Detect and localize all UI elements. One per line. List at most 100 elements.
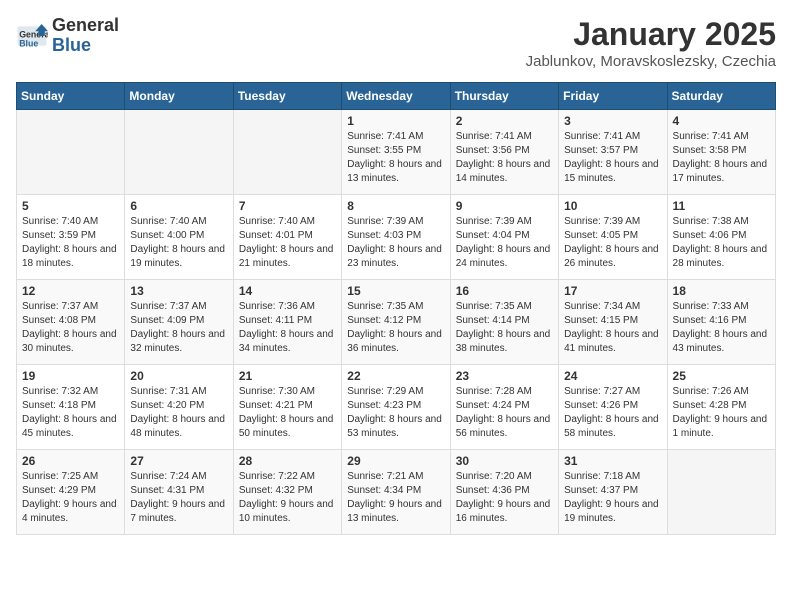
weekday-header-monday: Monday (125, 83, 233, 110)
day-number: 29 (347, 454, 444, 468)
logo: General Blue GeneralBlue (16, 16, 119, 56)
weekday-header-wednesday: Wednesday (342, 83, 450, 110)
day-number: 27 (130, 454, 227, 468)
day-number: 11 (673, 199, 770, 213)
day-cell (233, 110, 341, 195)
weekday-header-sunday: Sunday (17, 83, 125, 110)
day-number: 25 (673, 369, 770, 383)
day-info: Sunrise: 7:30 AM Sunset: 4:21 PM Dayligh… (239, 385, 336, 441)
day-info: Sunrise: 7:37 AM Sunset: 4:09 PM Dayligh… (130, 300, 227, 356)
day-info: Sunrise: 7:31 AM Sunset: 4:20 PM Dayligh… (130, 385, 227, 441)
page-header: General Blue GeneralBlue January 2025 Ja… (16, 16, 776, 70)
day-number: 8 (347, 199, 444, 213)
day-number: 1 (347, 114, 444, 128)
day-info: Sunrise: 7:32 AM Sunset: 4:18 PM Dayligh… (22, 385, 119, 441)
week-row-2: 5Sunrise: 7:40 AM Sunset: 3:59 PM Daylig… (17, 195, 776, 280)
day-cell: 10 Sunrise: 7:39 AM Sunset: 4:05 PM Dayli… (559, 195, 667, 280)
calendar-title: January 2025 (526, 16, 776, 53)
week-row-4: 19 Sunrise: 7:32 AM Sunset: 4:18 PM Dayli… (17, 365, 776, 450)
day-cell: 11 Sunrise: 7:38 AM Sunset: 4:06 PM Dayli… (667, 195, 775, 280)
day-cell: 9 Sunrise: 7:39 AM Sunset: 4:04 PM Daylig… (450, 195, 558, 280)
day-info: Sunrise: 7:18 AM Sunset: 4:37 PM Dayligh… (564, 470, 661, 526)
day-cell: 30 Sunrise: 7:20 AM Sunset: 4:36 PM Dayli… (450, 450, 558, 535)
day-number: 5 (22, 199, 119, 213)
day-number: 3 (564, 114, 661, 128)
day-cell: 2 Sunrise: 7:41 AM Sunset: 3:56 PM Daylig… (450, 110, 558, 195)
day-info: Sunrise: 7:39 AM Sunset: 4:04 PM Dayligh… (456, 215, 553, 271)
day-number: 17 (564, 284, 661, 298)
logo-text: GeneralBlue (52, 16, 119, 56)
calendar-subtitle: Jablunkov, Moravskoslezsky, Czechia (526, 53, 776, 70)
day-info: Sunrise: 7:27 AM Sunset: 4:26 PM Dayligh… (564, 385, 661, 441)
day-cell: 28Sunrise: 7:22 AM Sunset: 4:32 PM Dayli… (233, 450, 341, 535)
day-cell: 26Sunrise: 7:25 AM Sunset: 4:29 PM Dayli… (17, 450, 125, 535)
day-number: 6 (130, 199, 227, 213)
day-number: 28 (239, 454, 336, 468)
day-cell: 4 Sunrise: 7:41 AM Sunset: 3:58 PM Daylig… (667, 110, 775, 195)
day-cell: 6Sunrise: 7:40 AM Sunset: 4:00 PM Daylig… (125, 195, 233, 280)
day-number: 4 (673, 114, 770, 128)
day-cell: 7 Sunrise: 7:40 AM Sunset: 4:01 PM Daylig… (233, 195, 341, 280)
day-info: Sunrise: 7:24 AM Sunset: 4:31 PM Dayligh… (130, 470, 227, 526)
day-info: Sunrise: 7:20 AM Sunset: 4:36 PM Dayligh… (456, 470, 553, 526)
day-cell: 16Sunrise: 7:35 AM Sunset: 4:14 PM Dayli… (450, 280, 558, 365)
day-number: 23 (456, 369, 553, 383)
day-info: Sunrise: 7:41 AM Sunset: 3:57 PM Dayligh… (564, 130, 661, 186)
weekday-header-row: SundayMondayTuesdayWednesdayThursdayFrid… (17, 83, 776, 110)
logo-icon: General Blue (16, 20, 48, 52)
day-cell: 1Sunrise: 7:41 AM Sunset: 3:55 PM Daylig… (342, 110, 450, 195)
svg-text:Blue: Blue (19, 38, 38, 48)
day-cell: 24Sunrise: 7:27 AM Sunset: 4:26 PM Dayli… (559, 365, 667, 450)
weekday-header-tuesday: Tuesday (233, 83, 341, 110)
week-row-3: 12Sunrise: 7:37 AM Sunset: 4:08 PM Dayli… (17, 280, 776, 365)
day-number: 2 (456, 114, 553, 128)
day-number: 20 (130, 369, 227, 383)
day-cell: 27 Sunrise: 7:24 AM Sunset: 4:31 PM Dayli… (125, 450, 233, 535)
day-info: Sunrise: 7:39 AM Sunset: 4:05 PM Dayligh… (564, 215, 661, 271)
day-cell: 12Sunrise: 7:37 AM Sunset: 4:08 PM Dayli… (17, 280, 125, 365)
week-row-1: 1Sunrise: 7:41 AM Sunset: 3:55 PM Daylig… (17, 110, 776, 195)
day-cell: 20 Sunrise: 7:31 AM Sunset: 4:20 PM Dayli… (125, 365, 233, 450)
day-cell: 19 Sunrise: 7:32 AM Sunset: 4:18 PM Dayli… (17, 365, 125, 450)
day-info: Sunrise: 7:29 AM Sunset: 4:23 PM Dayligh… (347, 385, 444, 441)
day-info: Sunrise: 7:26 AM Sunset: 4:28 PM Dayligh… (673, 385, 770, 441)
day-number: 10 (564, 199, 661, 213)
day-info: Sunrise: 7:33 AM Sunset: 4:16 PM Dayligh… (673, 300, 770, 356)
day-cell (667, 450, 775, 535)
day-cell: 3 Sunrise: 7:41 AM Sunset: 3:57 PM Daylig… (559, 110, 667, 195)
day-cell: 23Sunrise: 7:28 AM Sunset: 4:24 PM Dayli… (450, 365, 558, 450)
day-number: 22 (347, 369, 444, 383)
day-number: 16 (456, 284, 553, 298)
weekday-header-friday: Friday (559, 83, 667, 110)
day-number: 19 (22, 369, 119, 383)
week-row-5: 26Sunrise: 7:25 AM Sunset: 4:29 PM Dayli… (17, 450, 776, 535)
day-info: Sunrise: 7:38 AM Sunset: 4:06 PM Dayligh… (673, 215, 770, 271)
day-number: 14 (239, 284, 336, 298)
day-cell: 5Sunrise: 7:40 AM Sunset: 3:59 PM Daylig… (17, 195, 125, 280)
day-info: Sunrise: 7:21 AM Sunset: 4:34 PM Dayligh… (347, 470, 444, 526)
day-info: Sunrise: 7:41 AM Sunset: 3:58 PM Dayligh… (673, 130, 770, 186)
day-number: 15 (347, 284, 444, 298)
day-cell (17, 110, 125, 195)
day-cell: 18 Sunrise: 7:33 AM Sunset: 4:16 PM Dayli… (667, 280, 775, 365)
day-number: 30 (456, 454, 553, 468)
day-info: Sunrise: 7:25 AM Sunset: 4:29 PM Dayligh… (22, 470, 119, 526)
day-info: Sunrise: 7:37 AM Sunset: 4:08 PM Dayligh… (22, 300, 119, 356)
day-cell: 17Sunrise: 7:34 AM Sunset: 4:15 PM Dayli… (559, 280, 667, 365)
day-cell: 29 Sunrise: 7:21 AM Sunset: 4:34 PM Dayli… (342, 450, 450, 535)
day-number: 18 (673, 284, 770, 298)
day-info: Sunrise: 7:40 AM Sunset: 4:01 PM Dayligh… (239, 215, 336, 271)
day-number: 9 (456, 199, 553, 213)
day-info: Sunrise: 7:39 AM Sunset: 4:03 PM Dayligh… (347, 215, 444, 271)
day-cell (125, 110, 233, 195)
day-cell: 31Sunrise: 7:18 AM Sunset: 4:37 PM Dayli… (559, 450, 667, 535)
day-number: 7 (239, 199, 336, 213)
logo-general: General (52, 16, 119, 36)
day-info: Sunrise: 7:35 AM Sunset: 4:12 PM Dayligh… (347, 300, 444, 356)
day-info: Sunrise: 7:41 AM Sunset: 3:56 PM Dayligh… (456, 130, 553, 186)
day-cell: 21 Sunrise: 7:30 AM Sunset: 4:21 PM Dayli… (233, 365, 341, 450)
day-number: 13 (130, 284, 227, 298)
day-cell: 25 Sunrise: 7:26 AM Sunset: 4:28 PM Dayli… (667, 365, 775, 450)
day-cell: 13 Sunrise: 7:37 AM Sunset: 4:09 PM Dayli… (125, 280, 233, 365)
day-number: 21 (239, 369, 336, 383)
